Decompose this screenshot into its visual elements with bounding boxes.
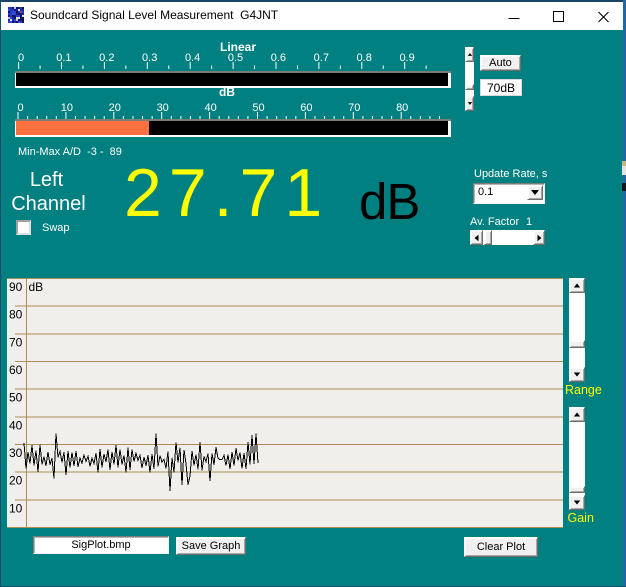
- svg-text:90: 90: [9, 280, 23, 294]
- svg-text:50: 50: [9, 391, 23, 405]
- svg-text:30: 30: [9, 446, 23, 460]
- svg-text:20: 20: [9, 474, 23, 488]
- svg-text:70: 70: [9, 335, 23, 349]
- svg-text:40: 40: [9, 418, 23, 432]
- svg-text:60: 60: [9, 363, 23, 377]
- svg-text:dB: dB: [29, 280, 44, 294]
- svg-text:10: 10: [9, 501, 23, 515]
- svg-text:80: 80: [9, 308, 23, 322]
